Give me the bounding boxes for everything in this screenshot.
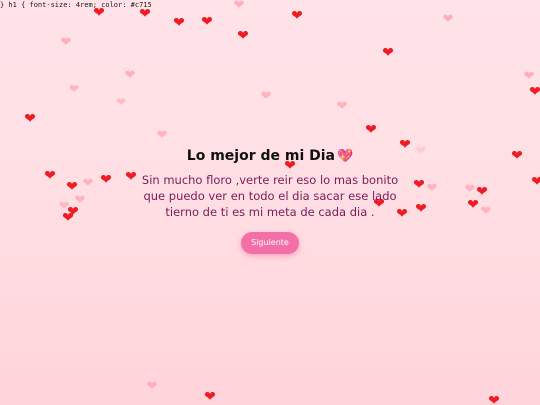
- page-title: Lo mejor de mi Dia 💖: [187, 148, 353, 164]
- heart-icon: ❤: [173, 15, 185, 31]
- heart-icon: ❤: [68, 82, 80, 96]
- heart-icon: ❤: [488, 393, 500, 405]
- main-content: Lo mejor de mi Dia 💖 Sin mucho floro ,ve…: [0, 145, 540, 254]
- heart-icon: ❤: [115, 95, 127, 109]
- heart-icon: ❤: [233, 0, 245, 13]
- page-title-text: Lo mejor de mi Dia: [186, 148, 336, 164]
- heart-icon: ❤: [156, 127, 168, 143]
- heart-icon: ❤: [146, 378, 158, 394]
- heart-icon: ❤: [60, 34, 72, 50]
- heart-icon: ❤: [201, 14, 213, 30]
- message-text: Sin mucho floro ,verte reir eso lo mas b…: [141, 173, 399, 219]
- css-leak-text: } h1 { font-size: 4rem; color: #c715: [0, 1, 152, 9]
- sparkling-heart-icon: 💖: [337, 148, 354, 164]
- heart-icon: ❤: [336, 98, 348, 114]
- heart-icon: ❤: [529, 84, 540, 100]
- heart-icon: ❤: [204, 389, 216, 405]
- heart-icon: ❤: [260, 88, 272, 104]
- heart-icon: ❤: [291, 8, 303, 24]
- heart-icon: ❤: [382, 45, 394, 61]
- heart-icon: ❤: [139, 6, 151, 22]
- heart-icon: ❤: [237, 28, 249, 44]
- heart-icon: ❤: [365, 122, 377, 138]
- next-button[interactable]: Siguiente: [241, 232, 299, 254]
- heart-icon: ❤: [124, 67, 136, 83]
- heart-icon: ❤: [24, 111, 36, 127]
- heart-icon: ❤: [442, 11, 454, 27]
- heart-icon: ❤: [523, 68, 535, 84]
